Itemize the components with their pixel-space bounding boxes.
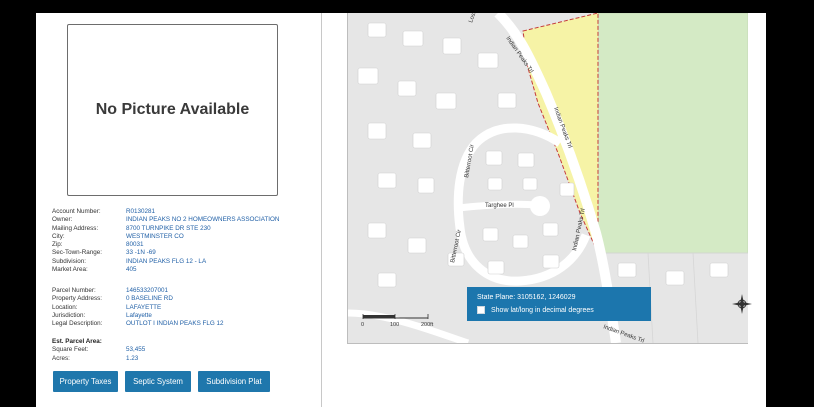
open-space-area bbox=[597, 13, 748, 254]
parcel-info: Parcel Number: 146533207001 Property Addr… bbox=[52, 287, 224, 328]
info-row: Subdivision: INDIAN PEAKS FLG 12 - LA bbox=[52, 257, 207, 265]
area-heading-row: Est. Parcel Area: bbox=[52, 338, 102, 345]
info-row: Legal Description: OUTLOT I INDIAN PEAKS … bbox=[52, 320, 224, 328]
latlong-checkbox[interactable] bbox=[477, 306, 485, 314]
account-info: Account Number: R0130281 Owner: INDIAN PEA… bbox=[52, 208, 279, 274]
info-row: Location: LAFAYETTE bbox=[52, 303, 162, 311]
coordinate-popup: State Plane: 3105162, 1246029 Show lat/l… bbox=[467, 287, 651, 321]
subdivision-plat-button[interactable]: Subdivision Plat bbox=[198, 371, 270, 392]
info-row: Mailing Address: 8700 TURNPIKE DR STE 230 bbox=[52, 224, 211, 232]
scale-tick-200: 200ft bbox=[421, 322, 434, 328]
scale-tick-0: 0 bbox=[361, 322, 364, 328]
info-row: Sec-Town-Range: 33 -1N -69 bbox=[52, 249, 156, 257]
info-row: Property Address: 0 BASELINE RD bbox=[52, 295, 173, 303]
latlong-toggle[interactable]: Show lat/long in decimal degrees bbox=[477, 306, 594, 314]
info-row: Account Number: R0130281 bbox=[52, 208, 156, 215]
septic-system-button[interactable]: Septic System bbox=[125, 371, 191, 392]
app-frame: No Picture Available Account Number: R013… bbox=[36, 13, 766, 407]
info-row: Parcel Number: 146533207001 bbox=[52, 287, 169, 294]
cul-de-sac bbox=[530, 196, 550, 216]
info-row: Market Area: 405 bbox=[52, 266, 137, 274]
no-picture-text: No Picture Available bbox=[95, 101, 250, 118]
panel-divider bbox=[321, 13, 322, 407]
info-row: Acres: 1.23 bbox=[52, 354, 139, 362]
property-taxes-button[interactable]: Property Taxes bbox=[53, 371, 118, 392]
state-plane-readout: State Plane: 3105162, 1246029 bbox=[477, 294, 576, 301]
info-row: Jurisdiction: Lafayette bbox=[52, 311, 152, 319]
latlong-checkbox-label: Show lat/long in decimal degrees bbox=[491, 306, 594, 314]
info-row: Zip: 80031 bbox=[52, 241, 144, 249]
property-photo-placeholder: No Picture Available bbox=[67, 24, 278, 196]
compass-icon bbox=[732, 294, 752, 314]
info-row: City: WESTMINSTER CO bbox=[52, 232, 184, 240]
scale-tick-100: 100 bbox=[390, 322, 399, 328]
street-label: Targhee Pl bbox=[485, 203, 514, 209]
info-row: Owner: INDIAN PEAKS NO 2 HOMEOWNERS ASSOC… bbox=[52, 216, 280, 224]
info-row: Square Feet: 53,455 bbox=[52, 346, 146, 354]
parcel-area-info: Est. Parcel Area: Square Feet: 53,455 Acr… bbox=[52, 338, 145, 363]
property-panel: No Picture Available Account Number: R013… bbox=[36, 13, 321, 407]
